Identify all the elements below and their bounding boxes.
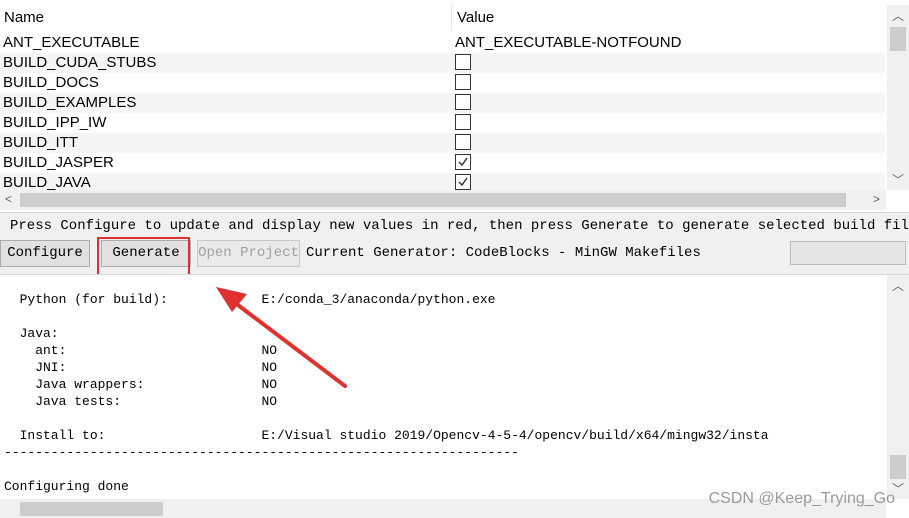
table-header: Name Value xyxy=(0,5,885,31)
variable-checkbox[interactable] xyxy=(455,114,471,130)
table-row[interactable]: ANT_EXECUTABLE ANT_EXECUTABLE-NOTFOUND xyxy=(0,33,885,53)
variable-name: BUILD_DOCS xyxy=(3,74,99,91)
scroll-thumb[interactable] xyxy=(20,193,846,207)
log-line: Configuring done xyxy=(4,479,129,494)
table-row[interactable]: BUILD_EXAMPLES xyxy=(0,93,885,113)
scroll-thumb[interactable] xyxy=(890,27,906,51)
chevron-up-icon[interactable]: ︿ xyxy=(892,7,904,24)
progress-bar xyxy=(790,241,906,265)
variable-checkbox[interactable] xyxy=(455,54,471,70)
table-row[interactable]: BUILD_DOCS xyxy=(0,73,885,93)
table-row[interactable]: BUILD_IPP_IW xyxy=(0,113,885,133)
variable-checkbox[interactable] xyxy=(455,94,471,110)
table-vertical-scrollbar[interactable]: ︿ ﹀ xyxy=(887,5,909,190)
info-message: Press Configure to update and display ne… xyxy=(10,218,909,234)
log-line: Python (for build): E:/conda_3/anaconda/… xyxy=(4,292,496,307)
scroll-thumb[interactable] xyxy=(20,502,163,516)
log-line: Java tests: NO xyxy=(4,394,278,409)
table-row[interactable]: BUILD_CUDA_STUBS xyxy=(0,53,885,73)
variable-name: BUILD_EXAMPLES xyxy=(3,94,137,111)
scroll-thumb[interactable] xyxy=(890,455,906,479)
log-line: Java wrappers: NO xyxy=(4,377,278,392)
configure-button[interactable]: Configure xyxy=(0,240,90,267)
column-header-name[interactable]: Name xyxy=(4,9,44,26)
log-line: Java: xyxy=(4,326,59,341)
chevron-up-icon[interactable]: ︿ xyxy=(892,277,904,294)
output-log[interactable]: Python (for build): E:/conda_3/anaconda/… xyxy=(0,274,909,518)
checkmark-icon xyxy=(458,157,468,167)
column-header-value[interactable]: Value xyxy=(457,9,494,26)
variable-checkbox[interactable] xyxy=(455,74,471,90)
watermark: CSDN @Keep_Trying_Go xyxy=(708,490,895,507)
variable-name: BUILD_ITT xyxy=(3,134,79,151)
column-divider[interactable] xyxy=(451,5,452,31)
table-row[interactable]: BUILD_JASPER xyxy=(0,153,885,173)
table-horizontal-scrollbar[interactable]: < > xyxy=(0,190,886,210)
variable-checkbox[interactable] xyxy=(455,174,471,190)
table-row[interactable]: BUILD_ITT xyxy=(0,133,885,153)
open-project-button: Open Project xyxy=(197,240,300,267)
log-line: Install to: E:/Visual studio 2019/Opencv… xyxy=(4,428,769,443)
variable-checkbox[interactable] xyxy=(455,134,471,150)
generate-highlight-box xyxy=(97,237,190,278)
variable-name: BUILD_CUDA_STUBS xyxy=(3,54,157,71)
variable-value[interactable]: ANT_EXECUTABLE-NOTFOUND xyxy=(455,34,681,51)
checkmark-icon xyxy=(458,177,468,187)
current-generator-label: Current Generator: CodeBlocks - MinGW Ma… xyxy=(306,245,701,261)
chevron-down-icon[interactable]: ﹀ xyxy=(892,171,904,188)
log-line: ----------------------------------------… xyxy=(4,445,519,460)
output-vertical-scrollbar[interactable]: ︿ ﹀ xyxy=(887,275,909,499)
variable-name: BUILD_JASPER xyxy=(3,154,114,171)
output-text: Python (for build): E:/conda_3/anaconda/… xyxy=(4,291,769,495)
variable-name: BUILD_IPP_IW xyxy=(3,114,107,131)
cache-variable-table[interactable]: Name Value ANT_EXECUTABLE ANT_EXECUTABLE-… xyxy=(0,0,909,213)
log-line: JNI: NO xyxy=(4,360,278,375)
chevron-left-icon[interactable]: < xyxy=(5,192,12,206)
log-line: ant: NO xyxy=(4,343,278,358)
variable-checkbox[interactable] xyxy=(455,154,471,170)
chevron-right-icon[interactable]: > xyxy=(873,192,880,206)
variable-name: ANT_EXECUTABLE xyxy=(3,34,140,51)
variable-name: BUILD_JAVA xyxy=(3,174,91,191)
